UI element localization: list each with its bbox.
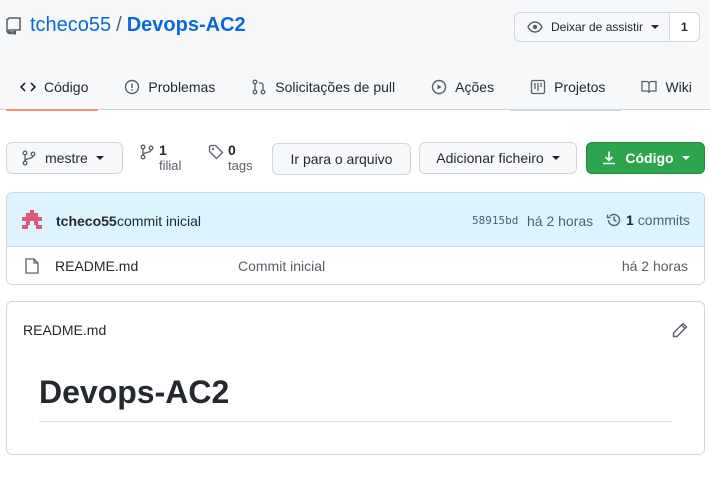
repo-separator: / bbox=[116, 14, 122, 36]
tab-wiki[interactable]: Wiki bbox=[621, 64, 707, 110]
project-icon bbox=[530, 79, 546, 95]
branch-icon bbox=[22, 150, 36, 166]
download-icon bbox=[603, 151, 616, 165]
code-download-button[interactable]: Código bbox=[586, 142, 705, 174]
unwatch-label: Deixar de assistir bbox=[551, 20, 644, 34]
tab-actions[interactable]: Ações bbox=[411, 64, 510, 110]
tab-code-label: Código bbox=[44, 79, 89, 95]
tags-count: 0 bbox=[228, 142, 236, 158]
tab-pull-requests[interactable]: Solicitações de pull bbox=[231, 64, 411, 110]
commit-time: há 2 horas bbox=[527, 213, 594, 229]
code-icon bbox=[20, 82, 36, 92]
play-icon bbox=[431, 79, 447, 95]
go-to-file-button[interactable]: Ir para o arquivo bbox=[272, 143, 411, 175]
avatar[interactable] bbox=[21, 209, 43, 231]
tab-wiki-label: Wiki bbox=[665, 79, 692, 95]
branch-select-button[interactable]: mestre bbox=[6, 142, 123, 174]
commit-author-link[interactable]: tcheco55 bbox=[56, 213, 117, 229]
commit-message-link[interactable]: commit inicial bbox=[117, 213, 201, 229]
readme-filename: README.md bbox=[23, 322, 107, 338]
book-icon bbox=[641, 80, 658, 94]
readme-divider bbox=[39, 421, 672, 422]
repo-icon bbox=[6, 16, 21, 35]
watch-group: Deixar de assistir 1 bbox=[514, 12, 700, 42]
commit-sha-link[interactable]: 58915bd bbox=[472, 214, 518, 227]
file-name-link[interactable]: README.md bbox=[55, 258, 138, 274]
tags-label: tags bbox=[228, 158, 253, 173]
branches-link[interactable]: 1 filial bbox=[139, 142, 181, 173]
repo-tabs: Código Problemas Solicitações de pull Aç… bbox=[0, 64, 708, 111]
tab-actions-label: Ações bbox=[455, 79, 495, 95]
readme-panel: README.md Devops-AC2 bbox=[6, 301, 705, 455]
file-navigation: tcheco55 commit inicial 58915bd há 2 hor… bbox=[6, 192, 705, 285]
tags-link[interactable]: 0 tags bbox=[208, 142, 253, 173]
tab-code[interactable]: Código bbox=[0, 64, 104, 111]
pull-request-icon bbox=[252, 79, 266, 95]
branches-label: filial bbox=[159, 158, 182, 173]
branch-name: mestre bbox=[45, 150, 88, 166]
file-time: há 2 horas bbox=[621, 258, 688, 274]
watchers-count[interactable]: 1 bbox=[670, 12, 700, 42]
tab-issues-label: Problemas bbox=[148, 79, 216, 95]
eye-icon bbox=[527, 21, 543, 33]
tab-issues[interactable]: Problemas bbox=[104, 64, 231, 110]
branch-icon bbox=[140, 144, 154, 160]
file-row: README.md Commit inicial há 2 horas bbox=[7, 247, 704, 284]
chevron-down-icon bbox=[651, 25, 660, 29]
unwatch-button[interactable]: Deixar de assistir bbox=[514, 12, 671, 42]
commits-history-link[interactable]: 1 commits bbox=[606, 212, 690, 228]
chevron-down-icon bbox=[551, 156, 560, 160]
repo-name-link[interactable]: Devops-AC2 bbox=[127, 14, 246, 37]
file-commit-message-link[interactable]: Commit inicial bbox=[238, 258, 325, 274]
commits-count: 1 bbox=[626, 212, 634, 228]
add-file-button[interactable]: Adicionar ficheiro bbox=[419, 142, 577, 174]
code-download-label: Código bbox=[625, 150, 674, 166]
repo-header: tcheco55 / Devops-AC2 Deixar de assistir… bbox=[0, 0, 710, 111]
repo-title: tcheco55 / Devops-AC2 bbox=[6, 14, 246, 37]
history-icon bbox=[606, 213, 621, 227]
file-icon bbox=[25, 258, 39, 274]
chevron-down-icon bbox=[95, 156, 104, 160]
latest-commit: tcheco55 commit inicial 58915bd há 2 hor… bbox=[7, 193, 704, 247]
branches-count: 1 bbox=[159, 142, 167, 158]
tag-icon bbox=[208, 144, 224, 160]
add-file-label: Adicionar ficheiro bbox=[436, 150, 544, 166]
readme-heading: Devops-AC2 bbox=[39, 374, 230, 410]
issue-icon bbox=[125, 79, 140, 95]
pencil-icon[interactable] bbox=[672, 322, 688, 338]
repo-owner-link[interactable]: tcheco55 bbox=[30, 14, 111, 37]
tab-projects[interactable]: Projetos bbox=[510, 64, 622, 111]
commits-label: commits bbox=[637, 212, 690, 228]
tab-projects-label: Projetos bbox=[554, 79, 606, 95]
chevron-down-icon bbox=[681, 156, 690, 160]
tab-pull-requests-label: Solicitações de pull bbox=[275, 79, 396, 95]
